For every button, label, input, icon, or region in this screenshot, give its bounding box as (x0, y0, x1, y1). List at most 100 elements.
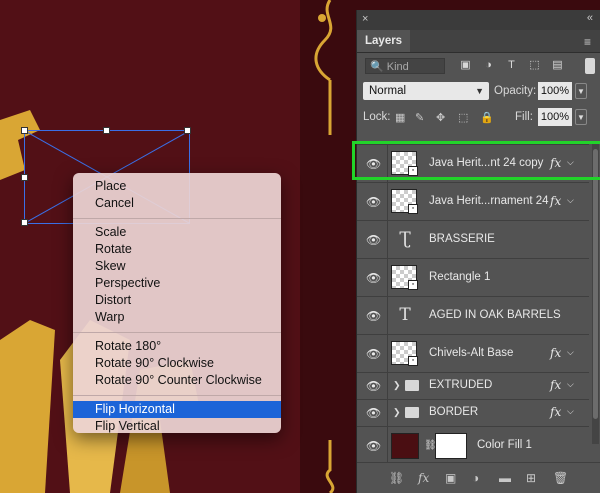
menu-item-skew[interactable]: Skew (73, 258, 281, 275)
lock-paint-icon[interactable]: ✎ (415, 111, 424, 124)
fx-icon[interactable]: fx (550, 378, 561, 392)
layer-name[interactable]: AGED IN OAK BARRELS (429, 309, 561, 321)
group-row[interactable]: 👁 ❯ EXTRUDED fx ⌵ (357, 372, 589, 399)
new-group-icon[interactable]: ▬ (499, 471, 511, 485)
image-filter-icon[interactable]: ▣ (459, 59, 472, 72)
group-name[interactable]: EXTRUDED (429, 379, 492, 391)
filter-kind-select[interactable]: 🔍 Kind (365, 58, 445, 74)
filter-kind-label: Kind (386, 61, 409, 73)
visibility-toggle[interactable]: 👁 (357, 221, 388, 258)
menu-separator (73, 395, 281, 396)
filter-toggle[interactable] (585, 58, 595, 74)
layer-name[interactable]: Chivels-Alt Base (429, 347, 513, 359)
fill-color-thumbnail[interactable] (391, 433, 419, 459)
add-style-icon[interactable]: fx (418, 471, 429, 485)
blend-mode-select[interactable]: Normal ▼ (363, 82, 489, 100)
fx-icon[interactable]: fx (550, 194, 561, 208)
smart-object-filter-icon[interactable]: ▤ (551, 59, 564, 72)
chevron-down-icon[interactable]: ⌵ (567, 195, 574, 206)
chevron-down-icon[interactable]: ⌵ (567, 379, 574, 390)
close-icon[interactable]: × (362, 13, 368, 25)
eye-icon: 👁 (366, 270, 382, 285)
panel-title-bar: × « (357, 10, 600, 30)
layer-name[interactable]: Rectangle 1 (429, 271, 490, 283)
lock-transparent-icon[interactable]: ▦ (395, 111, 405, 124)
collapse-icon[interactable]: « (587, 12, 593, 24)
blend-mode-value: Normal (369, 85, 407, 97)
opacity-input[interactable]: 100% (538, 82, 572, 100)
menu-item-rotate[interactable]: Rotate (73, 241, 281, 258)
layer-name[interactable]: Color Fill 1 (477, 439, 532, 451)
chevron-down-icon[interactable]: ⌵ (567, 347, 574, 358)
group-row[interactable]: 👁 ❯ BORDER fx ⌵ (357, 399, 589, 426)
chevron-down-icon[interactable]: ⌵ (567, 406, 574, 417)
menu-separator (73, 218, 281, 219)
visibility-toggle[interactable]: 👁 (357, 183, 388, 220)
add-mask-icon[interactable]: ▣ (445, 471, 456, 485)
eye-icon: 👁 (366, 232, 382, 247)
fill-input[interactable]: 100% (538, 108, 572, 126)
menu-item-flip-horizontal[interactable]: Flip Horizontal (73, 401, 281, 418)
visibility-toggle[interactable]: 👁 (357, 373, 388, 399)
delete-layer-icon[interactable]: 🗑 (553, 471, 568, 485)
menu-item-warp[interactable]: Warp (73, 309, 281, 326)
visibility-toggle[interactable]: 👁 (357, 335, 388, 372)
scrollbar-thumb[interactable] (593, 149, 598, 419)
layer-row[interactable]: 👁 ▫ Java Herit...rnament 24 fx ⌵ (357, 182, 589, 220)
lock-artboard-icon[interactable]: ⬚ (458, 111, 468, 124)
smart-object-icon: ▫ (408, 356, 418, 366)
lock-position-icon[interactable]: ✥ (436, 111, 445, 124)
layer-mask-thumbnail[interactable] (435, 433, 467, 459)
transform-handle[interactable] (21, 174, 28, 181)
layer-name[interactable]: BRASSERIE (429, 233, 495, 245)
menu-item-perspective[interactable]: Perspective (73, 275, 281, 292)
transform-handle[interactable] (21, 219, 28, 226)
menu-separator (73, 332, 281, 333)
folder-icon (405, 380, 419, 391)
menu-item-rotate-90-ccw[interactable]: Rotate 90° Counter Clockwise (73, 372, 281, 389)
expand-arrow-icon[interactable]: ❯ (393, 380, 401, 391)
fill-label: Fill: (515, 111, 533, 123)
menu-item-place[interactable]: Place (73, 178, 281, 195)
menu-item-scale[interactable]: Scale (73, 224, 281, 241)
visibility-toggle[interactable]: 👁 (357, 427, 388, 465)
group-name[interactable]: BORDER (429, 406, 478, 418)
layer-row[interactable]: 👁 ⛓ Color Fill 1 (357, 426, 589, 465)
eye-icon: 👁 (366, 379, 382, 393)
layers-scrollbar[interactable] (592, 144, 599, 444)
tab-layers[interactable]: Layers (357, 30, 411, 52)
lock-all-icon[interactable]: 🔒 (480, 111, 494, 124)
transform-handle[interactable] (184, 127, 191, 134)
smart-object-icon: ▫ (408, 204, 418, 214)
panel-menu-icon[interactable]: ≡ (584, 35, 591, 49)
menu-item-rotate-90-cw[interactable]: Rotate 90° Clockwise (73, 355, 281, 372)
layer-row[interactable]: 👁 ▫ Rectangle 1 (357, 258, 589, 296)
layer-name[interactable]: Java Herit...rnament 24 (429, 195, 549, 207)
type-filter-icon[interactable]: T (505, 59, 518, 72)
eye-icon: 👁 (366, 346, 382, 361)
smart-object-icon: ▫ (408, 280, 418, 290)
link-layers-icon[interactable]: ⛓ (389, 471, 404, 485)
fx-icon[interactable]: fx (550, 405, 561, 419)
visibility-toggle[interactable]: 👁 (357, 297, 388, 334)
layer-row[interactable]: 👁 Ʈ BRASSERIE (357, 220, 589, 258)
menu-item-distort[interactable]: Distort (73, 292, 281, 309)
adjustment-filter-icon[interactable]: ◑ (482, 59, 495, 72)
opacity-dropdown-icon[interactable]: ▼ (575, 83, 587, 99)
fill-dropdown-icon[interactable]: ▼ (575, 109, 587, 125)
menu-item-flip-vertical[interactable]: Flip Vertical (73, 418, 281, 435)
fx-icon[interactable]: fx (550, 346, 561, 360)
adjustment-layer-icon[interactable]: ◑ (472, 471, 479, 485)
transform-handle[interactable] (21, 127, 28, 134)
menu-item-rotate-180[interactable]: Rotate 180° (73, 338, 281, 355)
visibility-toggle[interactable]: 👁 (357, 400, 388, 426)
menu-item-cancel[interactable]: Cancel (73, 195, 281, 212)
transform-handle[interactable] (103, 127, 110, 134)
shape-filter-icon[interactable]: ⬚ (528, 59, 541, 72)
new-layer-icon[interactable]: ⊞ (526, 471, 536, 485)
layer-thumbnail: ▫ (391, 265, 418, 290)
expand-arrow-icon[interactable]: ❯ (393, 407, 401, 418)
layer-row[interactable]: 👁 T AGED IN OAK BARRELS (357, 296, 589, 334)
layer-row[interactable]: 👁 ▫ Chivels-Alt Base fx ⌵ (357, 334, 589, 372)
visibility-toggle[interactable]: 👁 (357, 259, 388, 296)
